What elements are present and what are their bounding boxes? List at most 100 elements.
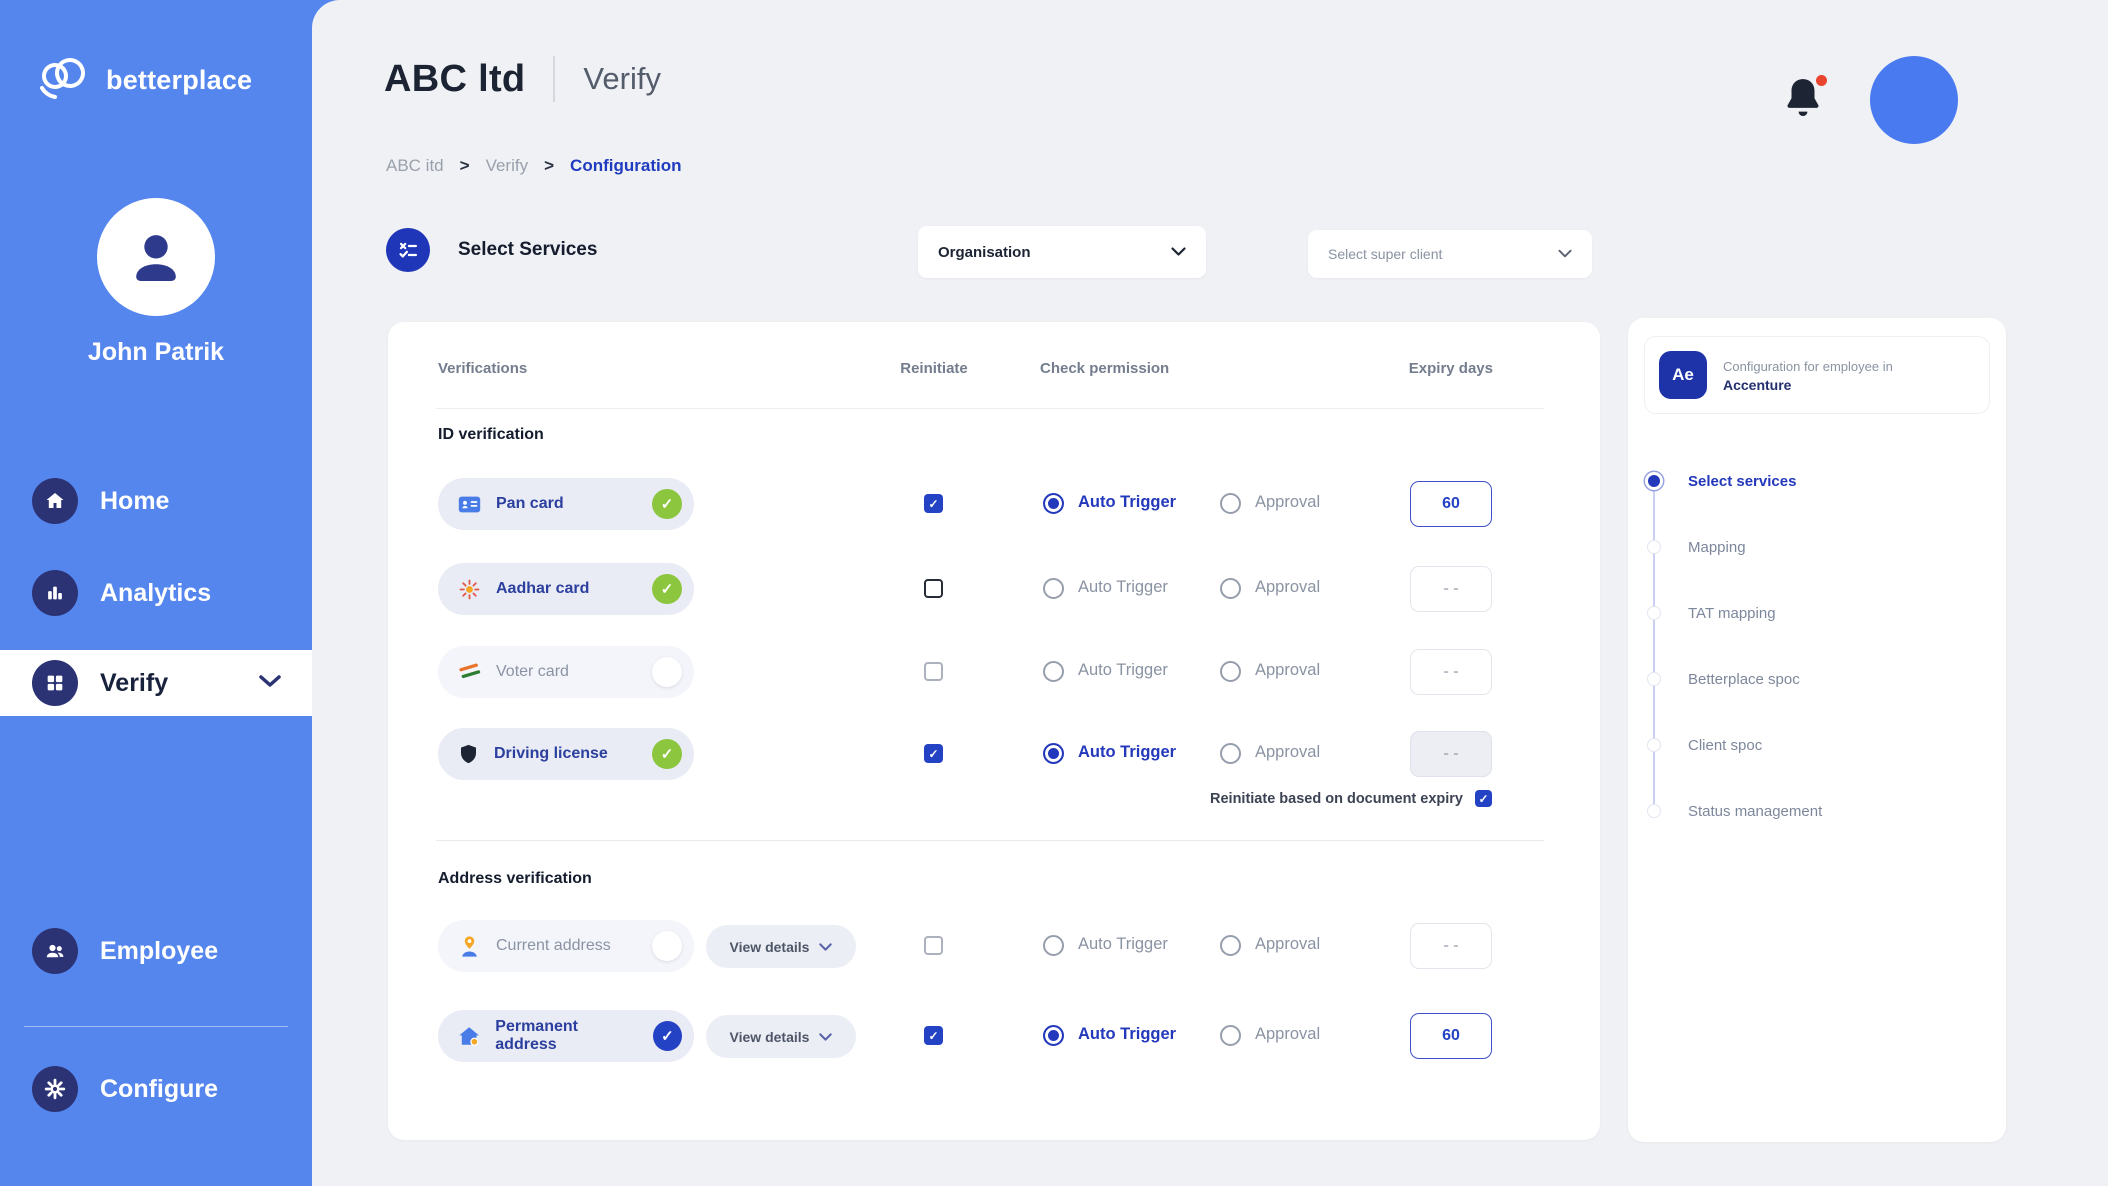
expiry-days-input[interactable]: [1410, 566, 1492, 612]
expiry-days-input[interactable]: [1410, 481, 1492, 527]
reinitiate-checkbox[interactable]: [924, 1026, 943, 1045]
betterplace-logo-icon: [34, 52, 92, 109]
auto-trigger-radio[interactable]: [1043, 1025, 1064, 1046]
expiry-days-input[interactable]: [1410, 1013, 1492, 1059]
sidebar-item-employee[interactable]: Employee: [0, 918, 312, 984]
reinitiate-checkbox[interactable]: [924, 936, 943, 955]
table-row-voter-card: Voter card Auto Trigger Approval: [388, 646, 1600, 698]
column-header-reinitiate: Reinitiate: [888, 360, 980, 377]
service-toggle[interactable]: [652, 489, 682, 519]
auto-trigger-label[interactable]: Auto Trigger: [1078, 578, 1168, 597]
approval-label[interactable]: Approval: [1255, 493, 1320, 512]
table-row-permanent-address: Permanent address View details Auto Trig…: [388, 1010, 1600, 1062]
step-label: Betterplace spoc: [1688, 671, 1800, 688]
auto-trigger-radio[interactable]: [1043, 578, 1064, 599]
sidebar-user-avatar[interactable]: [97, 198, 215, 316]
step-label: TAT mapping: [1688, 605, 1776, 622]
approval-radio[interactable]: [1220, 493, 1241, 514]
service-pill-aadhar-card[interactable]: Aadhar card: [438, 563, 694, 615]
service-pill-current-address[interactable]: Current address: [438, 920, 694, 972]
auto-trigger-radio[interactable]: [1043, 661, 1064, 682]
reinitiate-checkbox[interactable]: [924, 744, 943, 763]
auto-trigger-label[interactable]: Auto Trigger: [1078, 493, 1176, 512]
service-pill-driving-license[interactable]: Driving license: [438, 728, 694, 780]
chevron-down-icon[interactable]: [258, 674, 282, 693]
profile-avatar[interactable]: [1870, 56, 1958, 144]
auto-trigger-label[interactable]: Auto Trigger: [1078, 661, 1168, 680]
section-divider: [436, 840, 1544, 841]
step-mapping[interactable]: Mapping: [1628, 536, 2006, 558]
service-toggle[interactable]: [652, 574, 682, 604]
approval-label[interactable]: Approval: [1255, 935, 1320, 954]
breadcrumb: ABC itd > Verify > Configuration: [386, 156, 681, 176]
service-toggle[interactable]: [653, 1021, 682, 1051]
approval-radio[interactable]: [1220, 578, 1241, 599]
reinitiate-checkbox[interactable]: [924, 579, 943, 598]
approval-label[interactable]: Approval: [1255, 743, 1320, 762]
approval-label[interactable]: Approval: [1255, 1025, 1320, 1044]
service-name: Voter card: [496, 663, 569, 681]
sidebar-item-label: Verify: [100, 669, 168, 698]
auto-trigger-radio[interactable]: [1043, 743, 1064, 764]
step-select-services[interactable]: Select services: [1628, 470, 2006, 492]
sidebar-item-label: Analytics: [100, 579, 211, 608]
table-row-driving-license: Driving license Auto Trigger Approval: [388, 728, 1600, 780]
auto-trigger-label[interactable]: Auto Trigger: [1078, 935, 1168, 954]
reinitiate-checkbox[interactable]: [924, 662, 943, 681]
chevron-down-icon: [819, 943, 832, 951]
notifications-bell-icon[interactable]: [1780, 74, 1828, 126]
service-pill-pan-card[interactable]: Pan card: [438, 478, 694, 530]
step-dot: [1648, 475, 1660, 487]
aadhar-icon: [456, 576, 483, 603]
breadcrumb-configuration[interactable]: Configuration: [570, 156, 681, 176]
breadcrumb-company[interactable]: ABC itd: [386, 156, 444, 176]
expiry-days-input[interactable]: [1410, 923, 1492, 969]
expiry-days-input[interactable]: [1410, 649, 1492, 695]
approval-radio[interactable]: [1220, 935, 1241, 956]
select-services-title: Select Services: [458, 239, 597, 261]
auto-trigger-label[interactable]: Auto Trigger: [1078, 743, 1176, 762]
reinitiate-expiry-checkbox[interactable]: [1475, 790, 1492, 807]
step-label: Mapping: [1688, 539, 1746, 556]
auto-trigger-radio[interactable]: [1043, 935, 1064, 956]
service-pill-voter-card[interactable]: Voter card: [438, 646, 694, 698]
approval-radio[interactable]: [1220, 1025, 1241, 1046]
chevron-down-icon: [1558, 245, 1572, 263]
super-client-dropdown[interactable]: Select super client: [1308, 230, 1592, 278]
step-status-management[interactable]: Status management: [1628, 800, 2006, 822]
view-details-dropdown[interactable]: View details: [706, 925, 856, 968]
sidebar-item-configure[interactable]: Configure: [0, 1056, 312, 1122]
step-tat-mapping[interactable]: TAT mapping: [1628, 602, 2006, 624]
breadcrumb-chevron-icon: >: [544, 156, 554, 176]
step-betterplace-spoc[interactable]: Betterplace spoc: [1628, 668, 2006, 690]
app-root: betterplace John Patrik Home An: [0, 0, 2108, 1186]
step-label: Status management: [1688, 803, 1822, 820]
approval-label[interactable]: Approval: [1255, 661, 1320, 680]
organisation-dropdown[interactable]: Organisation: [918, 226, 1206, 278]
sidebar-item-verify[interactable]: Verify: [0, 650, 312, 716]
view-details-dropdown[interactable]: View details: [706, 1015, 856, 1058]
service-toggle[interactable]: [652, 739, 682, 769]
grid-icon: [32, 660, 78, 706]
approval-radio[interactable]: [1220, 743, 1241, 764]
service-toggle[interactable]: [652, 657, 682, 687]
client-name: Accenture: [1723, 377, 1893, 393]
approval-radio[interactable]: [1220, 661, 1241, 682]
sidebar-item-home[interactable]: Home: [0, 468, 312, 534]
breadcrumb-verify[interactable]: Verify: [486, 156, 529, 176]
sidebar-user-name: John Patrik: [0, 338, 312, 367]
service-toggle[interactable]: [652, 931, 682, 961]
sidebar-item-analytics[interactable]: Analytics: [0, 560, 312, 626]
approval-label[interactable]: Approval: [1255, 578, 1320, 597]
view-details-label: View details: [730, 1029, 810, 1045]
step-client-spoc[interactable]: Client spoc: [1628, 734, 2006, 756]
service-pill-permanent-address[interactable]: Permanent address: [438, 1010, 694, 1062]
step-dot: [1647, 738, 1661, 752]
expiry-days-input[interactable]: [1410, 731, 1492, 777]
sidebar-item-label: Employee: [100, 937, 218, 966]
section-title-address-verification: Address verification: [438, 870, 592, 888]
auto-trigger-label[interactable]: Auto Trigger: [1078, 1025, 1176, 1044]
reinitiate-checkbox[interactable]: [924, 494, 943, 513]
home-icon: [32, 478, 78, 524]
auto-trigger-radio[interactable]: [1043, 493, 1064, 514]
